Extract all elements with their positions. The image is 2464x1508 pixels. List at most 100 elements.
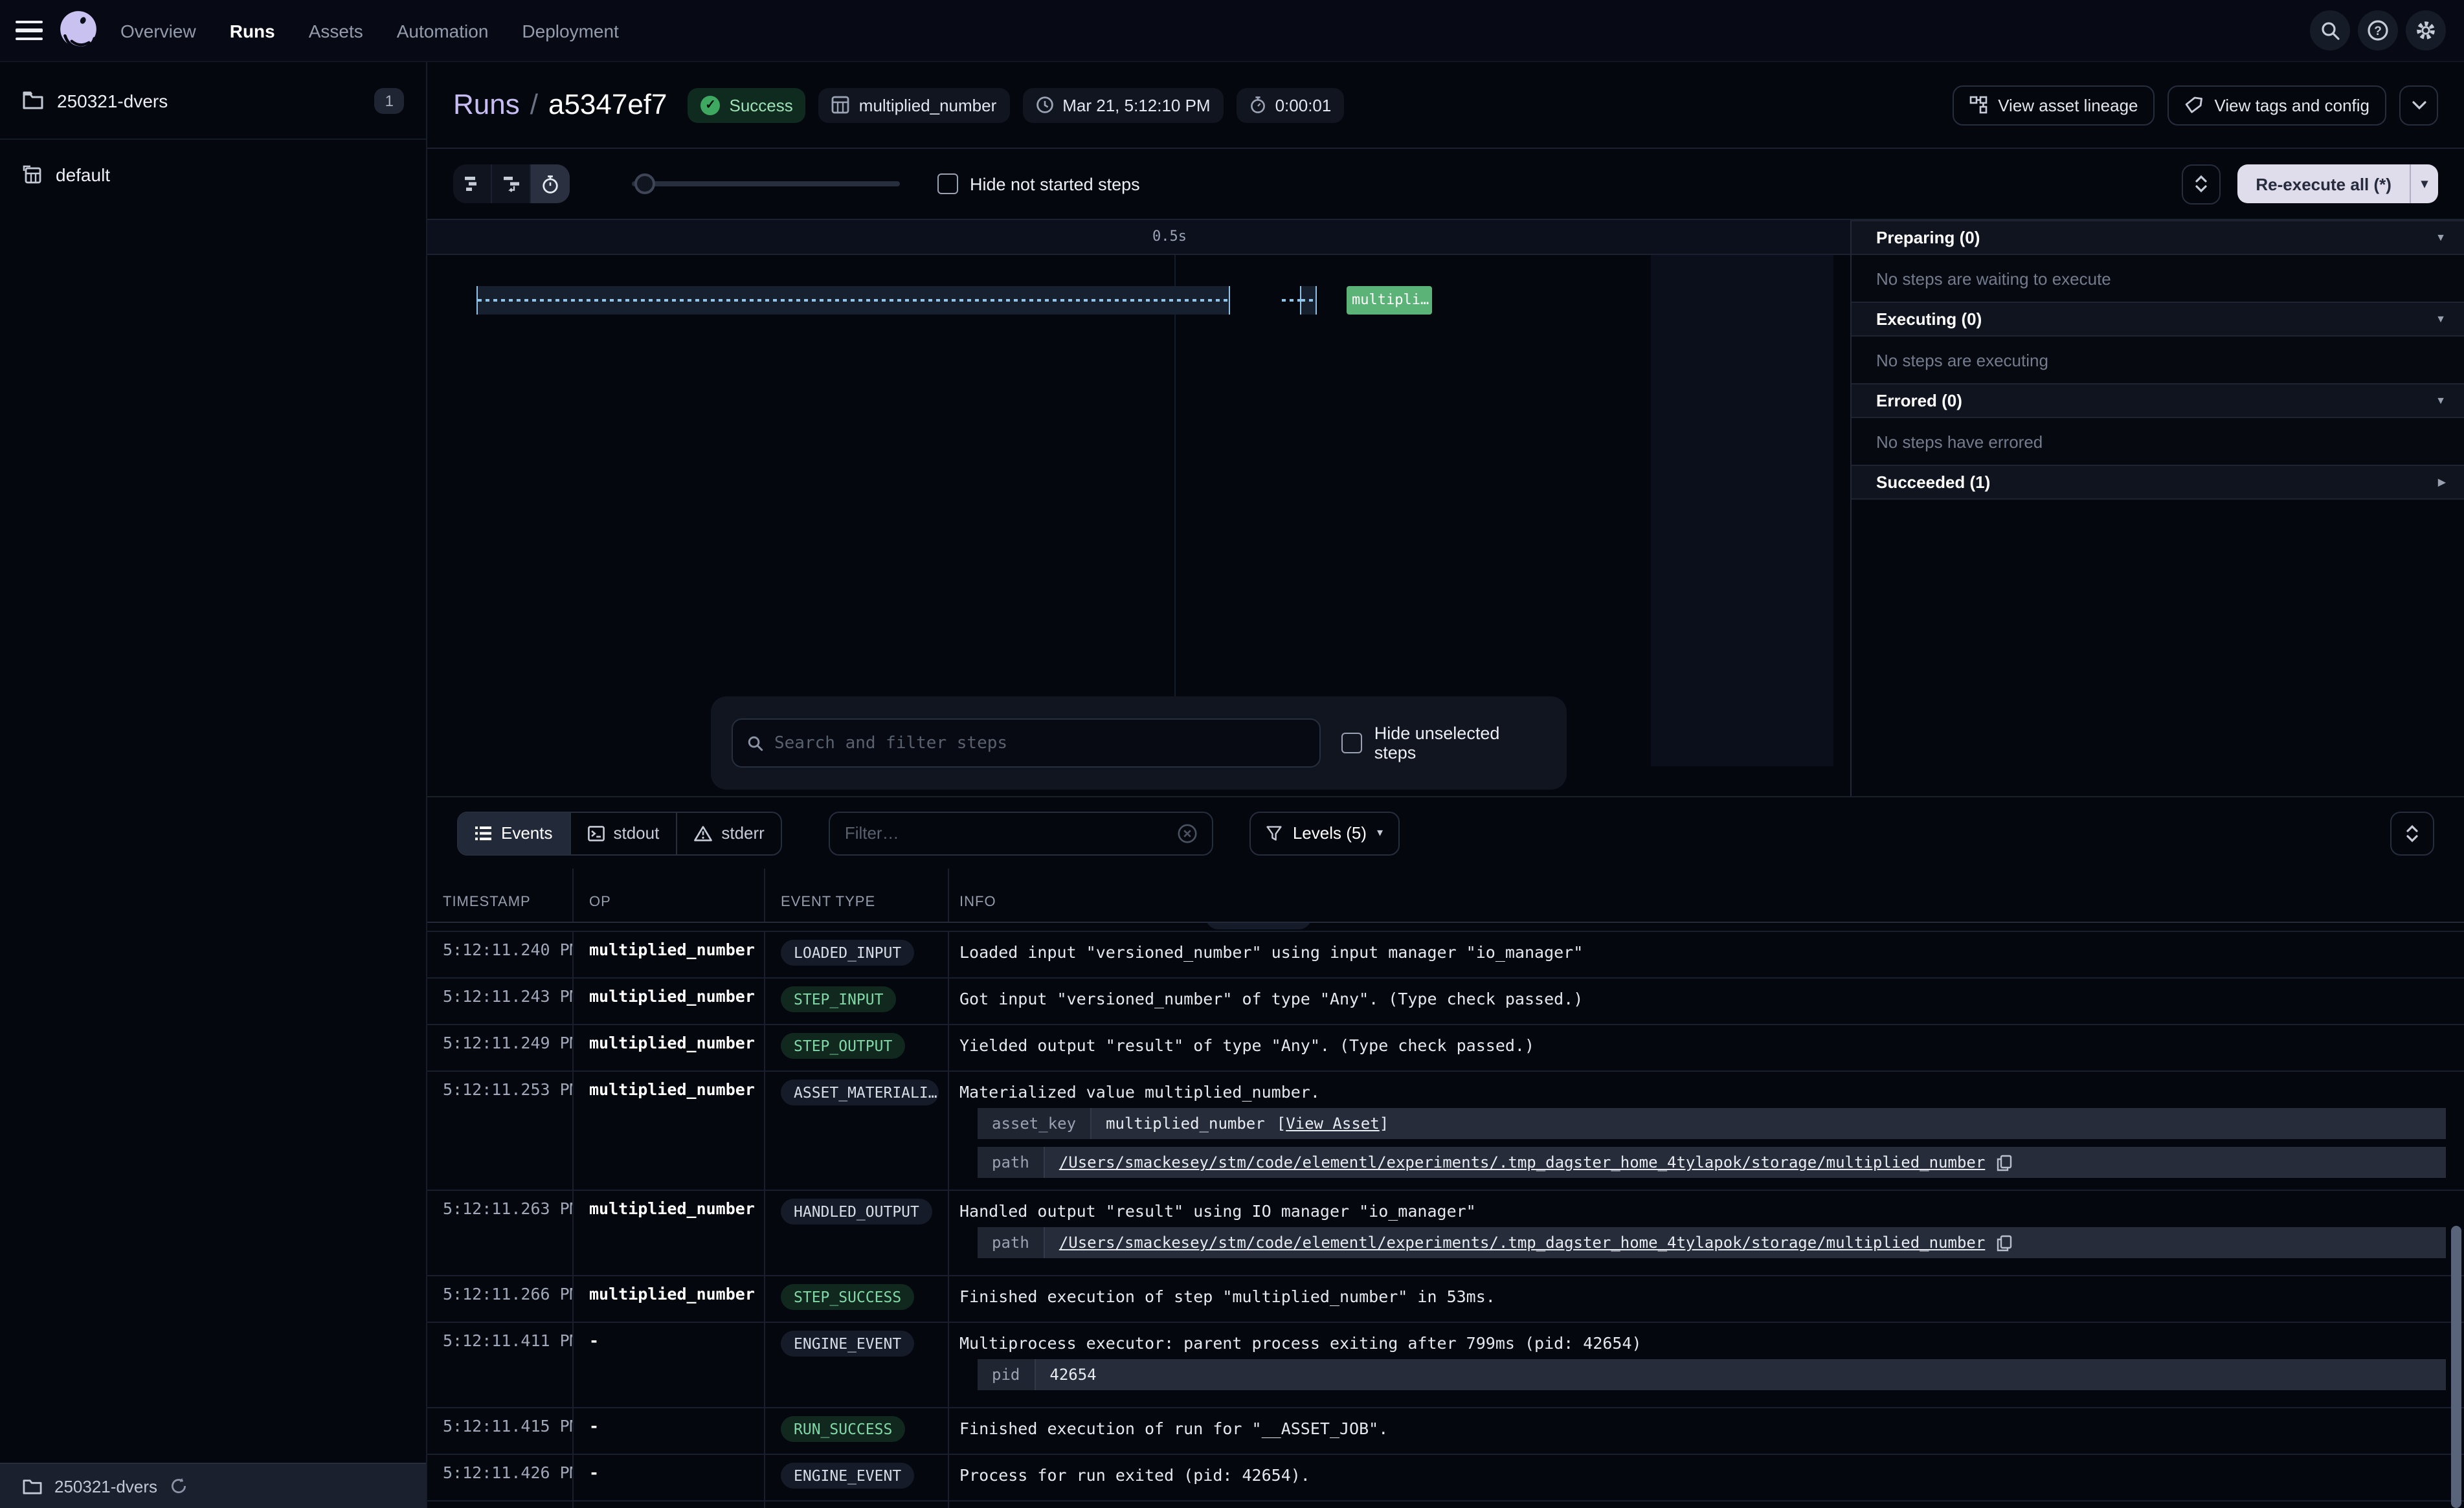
waiting-dash-connector: [1282, 299, 1300, 302]
path-link[interactable]: /Users/smackesey/stm/code/elementl/exper…: [1059, 1234, 1986, 1252]
tab-events[interactable]: Events: [458, 812, 571, 854]
search-icon: [747, 735, 764, 751]
log-filter-box[interactable]: [829, 811, 1214, 855]
triangle-down-icon: ▼: [2436, 395, 2446, 406]
waiting-bar[interactable]: [476, 286, 1230, 315]
waterfall-view-button[interactable]: [492, 164, 531, 203]
table-row[interactable]: 5:12:11.415 PM - RUN_SUCCESS Finished ex…: [427, 1407, 2464, 1454]
step-search-box[interactable]: [732, 718, 1321, 768]
settings-button[interactable]: [2406, 10, 2446, 50]
header-more-button[interactable]: [2399, 85, 2438, 125]
terminal-icon: [588, 825, 605, 841]
triangle-right-icon: ▶: [2438, 476, 2446, 488]
gantt-chart[interactable]: 0.5s multipli…: [427, 220, 1852, 796]
expand-vertical-icon: [2195, 175, 2208, 193]
clipped-badge: [1205, 923, 1312, 929]
step-search-input[interactable]: [774, 733, 1306, 753]
log-filter-input[interactable]: [845, 823, 1178, 843]
log-expand-button[interactable]: [2390, 811, 2434, 855]
sidebar-footer[interactable]: 250321-dvers: [0, 1463, 426, 1508]
table-row[interactable]: 5:12:11.240 PM multiplied_number LOADED_…: [427, 931, 2464, 977]
row-timestamp: 5:12:11.249 PM: [427, 1025, 574, 1070]
table-row[interactable]: 5:12:11.426 PM - ENGINE_EVENT Process fo…: [427, 1454, 2464, 1500]
reexecute-button[interactable]: Re-execute all (*): [2237, 164, 2410, 203]
dagster-logo-icon[interactable]: [57, 9, 100, 52]
tab-stderr[interactable]: stderr: [677, 812, 781, 854]
run-datetime: Mar 21, 5:12:10 PM: [1022, 87, 1223, 122]
row-info: Yielded output "result" of type "Any". (…: [959, 1033, 2456, 1055]
event-type-badge: ENGINE_EVENT: [781, 1463, 914, 1489]
gantt-highlight-region: [1651, 255, 1833, 766]
help-button[interactable]: ?: [2358, 10, 2398, 50]
checkbox-box[interactable]: [937, 173, 958, 194]
clear-filter-icon[interactable]: [1178, 823, 1198, 843]
sidebar-item-default[interactable]: default: [0, 140, 426, 210]
copy-icon[interactable]: [1997, 1154, 2012, 1171]
tab-stdout[interactable]: stdout: [571, 812, 678, 854]
section-preparing-body: No steps are waiting to execute: [1852, 255, 2464, 302]
table-row[interactable]: 5:12:11.266 PM multiplied_number STEP_SU…: [427, 1275, 2464, 1322]
event-log-table[interactable]: TIMESTAMP OP EVENT TYPE INFO 5:12:11.240…: [427, 869, 2464, 1508]
row-op: multiplied_number: [574, 1072, 765, 1190]
asset-tag[interactable]: multiplied_number: [819, 87, 1009, 122]
nav-item-overview[interactable]: Overview: [120, 20, 196, 41]
gantt-gridline: [1174, 255, 1176, 766]
hide-not-started-checkbox[interactable]: Hide not started steps: [937, 173, 1140, 194]
log-toolbar: Events stdout stderr: [427, 797, 2464, 869]
nav-item-automation[interactable]: Automation: [397, 20, 489, 41]
clock-icon: [1035, 96, 1053, 114]
path-link[interactable]: /Users/smackesey/stm/code/elementl/exper…: [1059, 1153, 1986, 1171]
meta-label: path: [978, 1227, 1045, 1258]
row-op: -: [574, 1408, 765, 1454]
flat-view-button[interactable]: [453, 164, 492, 203]
table-row[interactable]: 5:12:11.249 PM multiplied_number STEP_OU…: [427, 1024, 2464, 1070]
search-button[interactable]: [2310, 10, 2350, 50]
table-row[interactable]: 5:12:11.243 PM multiplied_number STEP_IN…: [427, 977, 2464, 1024]
waiting-bar-small[interactable]: [1300, 286, 1317, 315]
view-asset-lineage-button[interactable]: View asset lineage: [1953, 85, 2155, 125]
section-preparing[interactable]: Preparing (0) ▼: [1852, 220, 2464, 255]
reexecute-dropdown-button[interactable]: ▾: [2410, 164, 2438, 203]
table-row[interactable]: 5:12:11.263 PM multiplied_number HANDLED…: [427, 1190, 2464, 1275]
section-succeeded[interactable]: Succeeded (1) ▶: [1852, 465, 2464, 500]
checkbox-box[interactable]: [1342, 733, 1363, 753]
section-errored[interactable]: Errored (0) ▼: [1852, 383, 2464, 418]
folder-icon: [22, 1477, 43, 1495]
table-row[interactable]: 5:12:11.411 PM - ENGINE_EVENT Multiproce…: [427, 1322, 2464, 1407]
view-tags-config-button[interactable]: View tags and config: [2168, 85, 2386, 125]
slider-knob[interactable]: [634, 173, 655, 194]
levels-dropdown[interactable]: Levels (5) ▾: [1250, 811, 1400, 855]
event-type-badge: STEP_OUTPUT: [781, 1033, 905, 1059]
svg-text:?: ?: [2374, 25, 2382, 38]
event-type-badge: HANDLED_OUTPUT: [781, 1199, 932, 1225]
hide-unselected-checkbox[interactable]: Hide unselected steps: [1342, 724, 1546, 762]
row-info: Loaded input "versioned_number" using in…: [959, 940, 2456, 962]
nav-item-assets[interactable]: Assets: [309, 20, 363, 41]
copy-icon[interactable]: [1997, 1234, 2012, 1251]
section-executing[interactable]: Executing (0) ▼: [1852, 302, 2464, 337]
table-row-empty: [427, 1500, 2464, 1508]
dagster-run-page: Overview Runs Assets Automation Deployme…: [0, 0, 2464, 1508]
row-op: multiplied_number: [574, 1276, 765, 1322]
hamburger-menu-icon[interactable]: [0, 21, 57, 41]
refresh-icon[interactable]: [169, 1477, 187, 1495]
gantt-zoom-slider[interactable]: [632, 173, 900, 194]
view-asset-link[interactable]: View Asset: [1286, 1114, 1380, 1133]
nav-item-deployment[interactable]: Deployment: [522, 20, 618, 41]
warning-triangle-icon: [694, 825, 712, 841]
chevron-down-icon: [2412, 100, 2426, 109]
vertical-scrollbar[interactable]: [2451, 1226, 2461, 1508]
step-status-panel: Preparing (0) ▼ No steps are waiting to …: [1852, 220, 2464, 796]
timed-view-button[interactable]: [531, 164, 570, 203]
col-event-type: EVENT TYPE: [765, 869, 949, 922]
table-row[interactable]: 5:12:11.253 PM multiplied_number ASSET_M…: [427, 1070, 2464, 1190]
row-info: Process for run exited (pid: 42654).: [959, 1463, 2456, 1485]
gantt-view-mode-segment: [453, 164, 570, 203]
gantt-expand-button[interactable]: [2182, 164, 2221, 204]
nav-items: Overview Runs Assets Automation Deployme…: [120, 20, 619, 41]
breadcrumb-runs-link[interactable]: Runs: [453, 88, 520, 122]
sidebar-item-repo[interactable]: 250321-dvers 1: [0, 62, 426, 140]
step-bar-multiplied-number[interactable]: multipli…: [1347, 286, 1432, 315]
nav-item-runs[interactable]: Runs: [230, 20, 275, 41]
top-nav: Overview Runs Assets Automation Deployme…: [0, 0, 2464, 62]
